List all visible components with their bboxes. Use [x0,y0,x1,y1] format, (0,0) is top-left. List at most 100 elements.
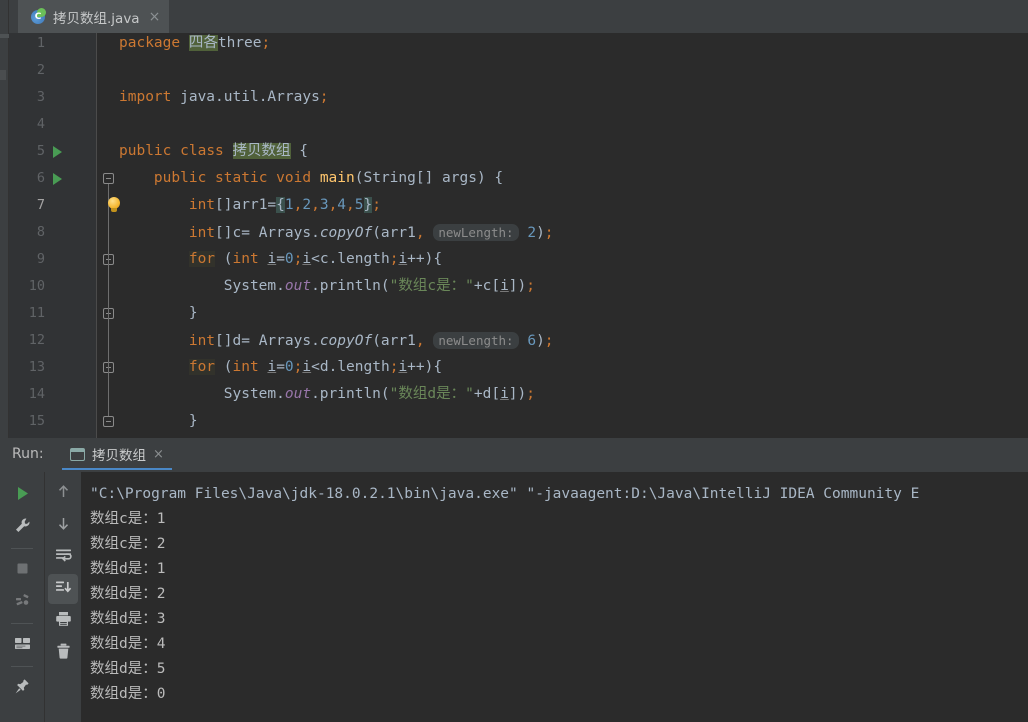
console-output-line: 数组d是：5 [90,661,166,677]
console-icon [70,447,85,461]
console-output-line: 数组d是：4 [90,636,166,652]
run-gutter-icon[interactable] [53,173,62,185]
pin-tab-button[interactable] [7,673,37,703]
code-token: ) [536,225,545,241]
code-token: 0 [284,359,294,375]
code-token: i [398,251,408,267]
line-number: 5 [36,143,45,159]
rerun-button[interactable] [7,480,37,510]
code-folding-rail[interactable] [97,33,119,438]
code-token: (arr1 [372,225,416,241]
code-token: public [153,170,207,186]
code-token: 1 [284,197,294,213]
layout-button[interactable] [7,630,37,660]
run-tab-kaobeishuzu[interactable]: 拷贝数组 × [62,440,172,470]
run-gutter-icon[interactable] [53,146,62,158]
code-token: class [180,143,224,159]
code-token: ( [215,251,233,267]
editor-tab-bar: C 拷贝数组.java × [9,0,1028,33]
code-token: ; [319,89,329,105]
code-token: int [232,359,259,375]
code-token: i [267,251,277,267]
green-play-icon [14,485,31,506]
code-token: int [188,333,216,349]
code-line: int[]d= Arrays.copyOf(arr1, newLength: 6… [119,327,554,355]
code-token: int [188,197,216,213]
close-icon[interactable]: × [147,10,161,24]
print-button[interactable] [48,606,78,636]
editor-left-strip [0,0,9,438]
scroll-to-end-button[interactable] [48,574,78,604]
code-token: } [363,197,373,213]
line-number: 1 [36,35,45,51]
code-token: .println( [311,278,390,294]
stop-square-icon [15,561,30,580]
console-output[interactable]: "C:\Program Files\Java\jdk-18.0.2.1\bin\… [81,472,1028,722]
code-token: { [290,143,308,159]
code-token: <c.length [311,251,390,267]
line-number: 14 [28,386,45,402]
line-number: 3 [36,89,45,105]
fold-expanded-icon[interactable] [103,173,114,184]
line-number: 9 [36,251,45,267]
down-button[interactable] [48,510,78,540]
fold-end-icon[interactable] [103,416,114,427]
stop-button[interactable] [7,555,37,585]
dump-threads-button[interactable] [7,587,37,617]
line-number: 11 [28,305,45,321]
line-number: 13 [28,359,45,375]
code-token: i [302,251,312,267]
code-token: []d= Arrays. [215,333,320,349]
code-token: 3 [319,197,329,213]
arrow-down-icon [55,515,72,536]
code-token: = [276,251,285,267]
code-token: ++){ [407,251,443,267]
code-text-area[interactable]: package 四各three; import java.util.Arrays;… [119,33,1028,438]
code-token: ; [526,386,535,402]
code-token: ) [536,333,545,349]
code-line: public static void main(String[] args) { [119,165,503,192]
code-token: three [217,35,262,51]
editor-tab-kaobeishuzu-java[interactable]: C 拷贝数组.java × [18,0,170,33]
close-icon[interactable]: × [153,447,164,462]
code-line: } [119,408,198,435]
code-token: main [319,170,355,186]
code-token: , [346,197,355,213]
code-line: public class 拷贝数组 { [119,138,308,165]
console-output-line: 数组c是：2 [90,536,166,552]
code-token: 5 [354,197,364,213]
code-token: } [119,413,198,429]
code-token: ; [372,197,381,213]
edit-configuration-button[interactable] [7,512,37,542]
code-token: newLength: [433,332,519,349]
code-token: int [188,225,216,241]
code-token: , [328,197,338,213]
code-token: = [276,359,285,375]
code-token: .println( [311,386,390,402]
code-editor[interactable]: package 四各three; import java.util.Arrays;… [9,33,1028,438]
console-output-line: 数组d是：3 [90,611,166,627]
code-token: public [119,143,172,159]
left-strip-marker [0,70,6,80]
code-token: 2 [302,197,312,213]
code-token: "数组c是：" [389,278,474,294]
intention-bulb-icon[interactable] [107,197,121,214]
wrench-icon [14,517,31,538]
code-token: +d[ [473,386,501,402]
up-button[interactable] [48,478,78,508]
console-output-line: 数组d是：0 [90,686,166,702]
code-token: []arr1= [215,197,277,213]
clear-all-button[interactable] [48,638,78,668]
toolbar-separator [11,548,33,549]
intellij-idea-window: C 拷贝数组.java × package 四各three; import jav… [0,0,1028,722]
run-tool-window: Run: 拷贝数组 × "C:\Program Files\Java\jdk-1… [0,438,1028,722]
soft-wrap-button[interactable] [48,542,78,572]
code-token: ; [526,278,535,294]
